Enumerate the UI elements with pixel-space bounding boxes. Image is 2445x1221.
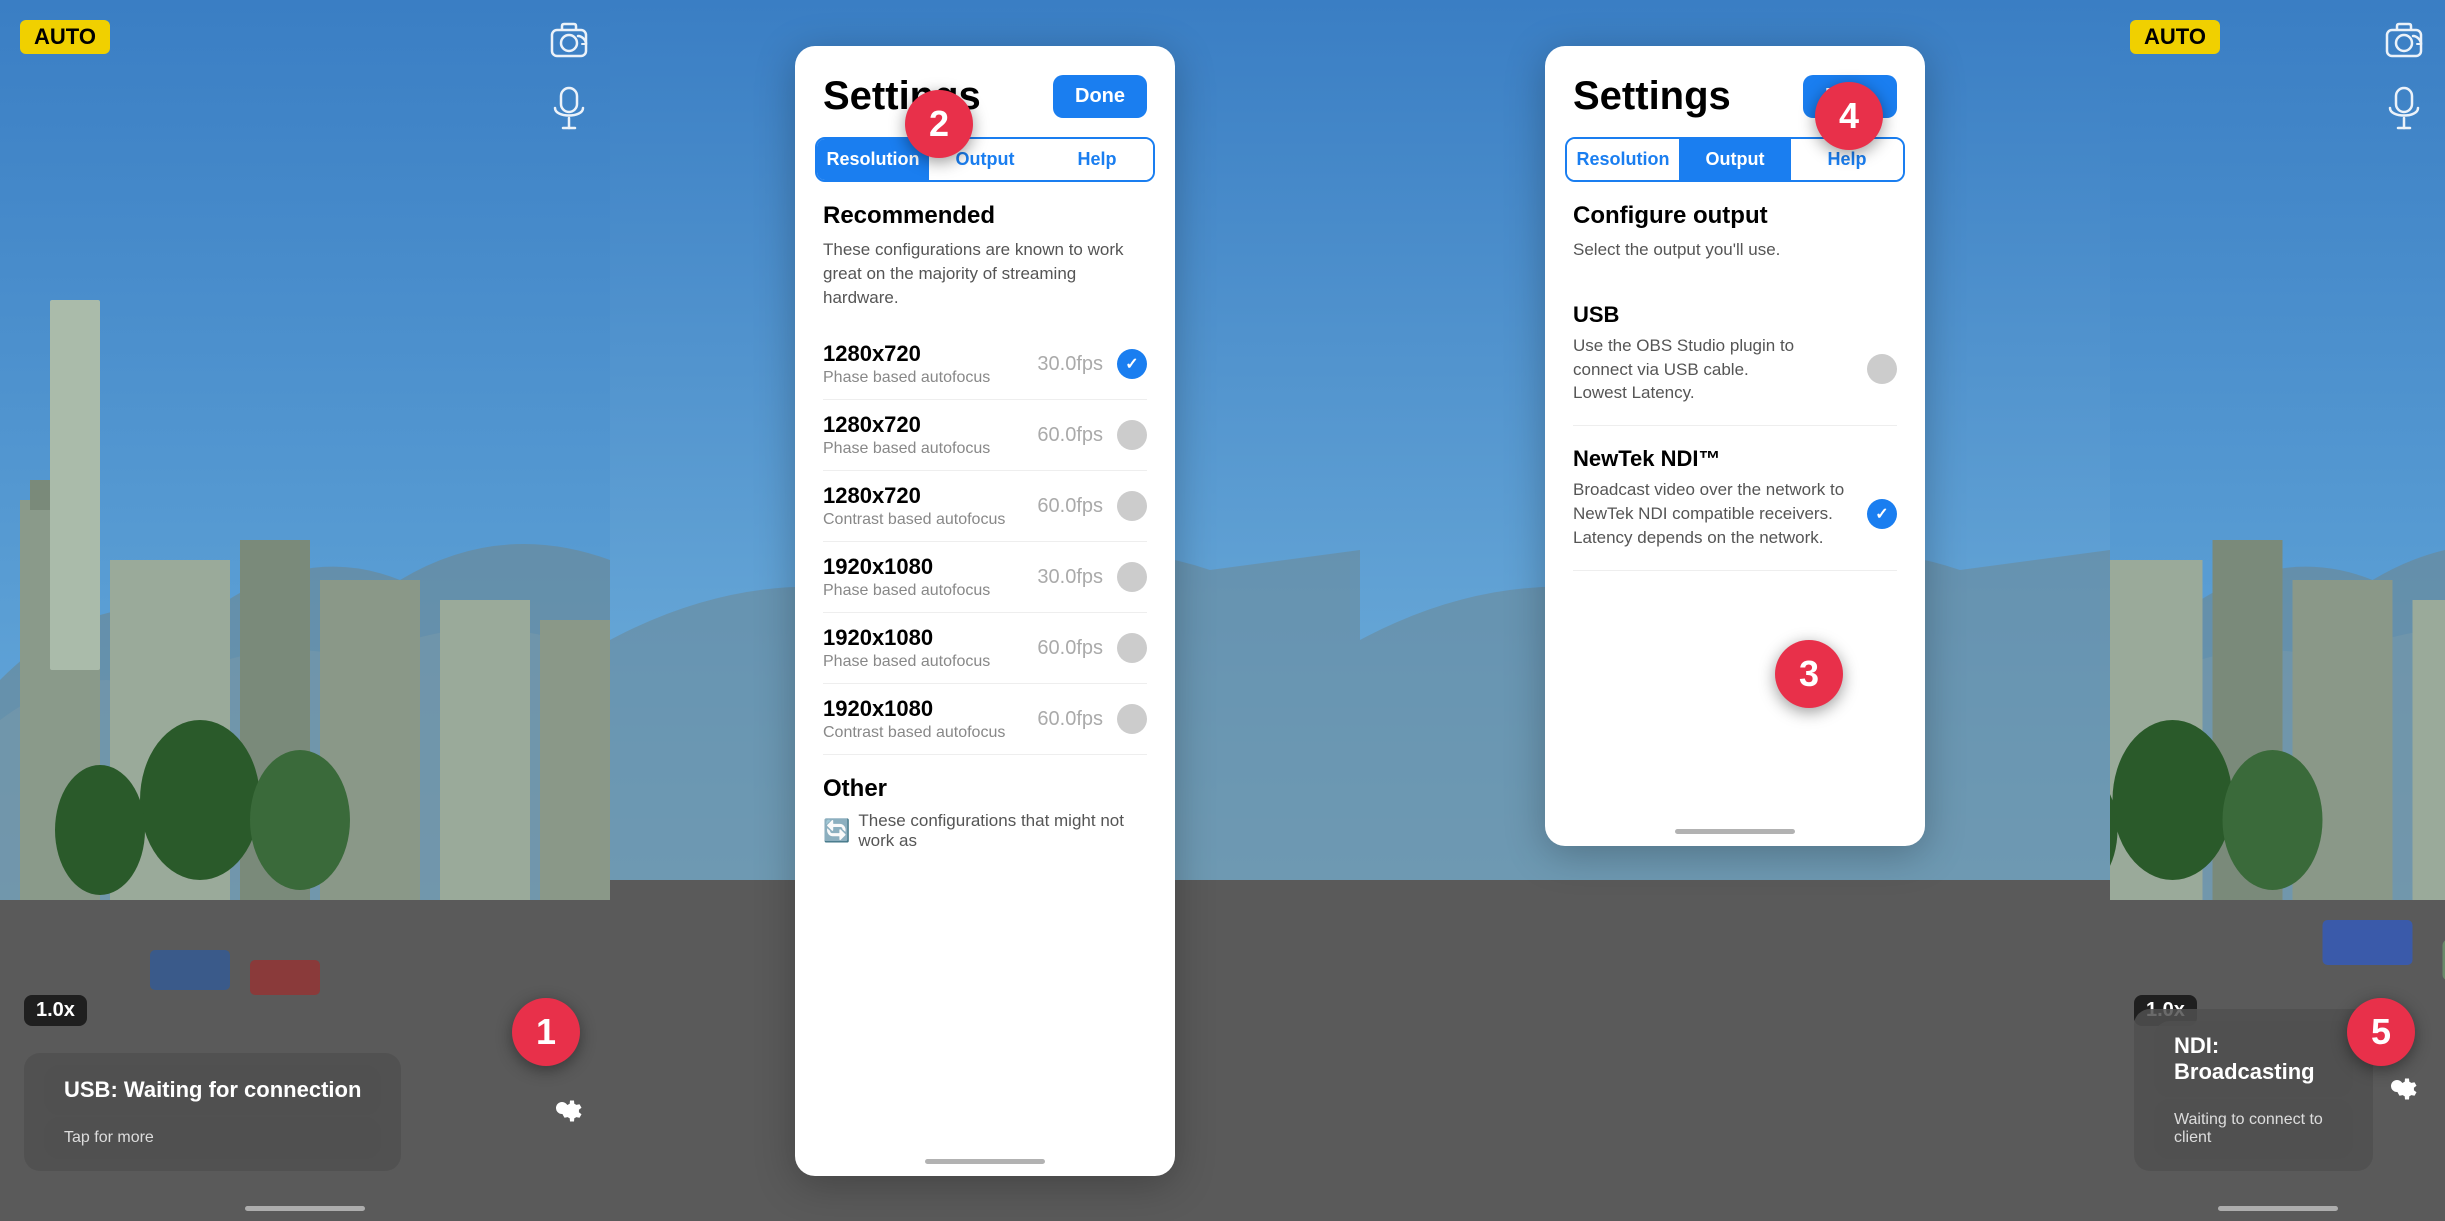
radio-5[interactable] [1117,704,1147,734]
camera-panel-right: AUTO 1.0x [2110,0,2445,1221]
top-right-controls [548,20,590,138]
auto-badge-right[interactable]: AUTO [2130,20,2220,54]
camera-right-top-bar: AUTO [2110,20,2445,138]
status-subtitle: Tap for more [44,1117,381,1159]
camera-flip-icon[interactable] [548,20,590,70]
settings-content: Recommended These configurations are kno… [795,202,1175,851]
step-badge-3: 3 [1775,640,1843,708]
settings-output-modal: Settings Done Resolution Output Help Con… [1545,46,1925,846]
status-pill[interactable]: USB: Waiting for connection Tap for more [24,1053,401,1171]
settings-resolution-panel: Settings Done Resolution Output Help Rec… [610,0,1360,1221]
tab-help[interactable]: Help [1041,139,1153,180]
gear-icon-right[interactable] [2373,1062,2421,1119]
res-item-4[interactable]: 1920x1080 Phase based autofocus 60.0fps [823,613,1147,684]
status-subtitle-right: Waiting to connect to client [2154,1099,2353,1159]
configure-title: Configure output [1573,202,1897,230]
camera-bottom-bar: USB: Waiting for connection Tap for more [0,1053,610,1171]
step-badge-4: 4 [1815,82,1883,150]
output-item-usb[interactable]: USB Use the OBS Studio plugin to connect… [1573,282,1897,426]
step-badge-5: 5 [2347,998,2415,1066]
home-indicator [245,1206,365,1211]
usb-radio[interactable] [1867,354,1897,384]
status-title: USB: Waiting for connection [44,1065,381,1115]
ndi-radio[interactable] [1867,499,1897,529]
radio-2[interactable] [1117,491,1147,521]
settings-header: Settings Done [795,46,1175,137]
top-right-controls-right [2383,20,2425,138]
camera-panel-left: AUTO 1.0x [0,0,610,1221]
configure-desc: Select the output you'll use. [1573,238,1897,262]
modal-home-indicator [925,1159,1045,1164]
auto-badge[interactable]: AUTO [20,20,110,54]
other-title: Other [823,775,1147,803]
res-item-1[interactable]: 1280x720 Phase based autofocus 60.0fps [823,400,1147,471]
res-item-2[interactable]: 1280x720 Contrast based autofocus 60.0fp… [823,471,1147,542]
tab-output-2[interactable]: Output [1679,139,1791,180]
zoom-badge[interactable]: 1.0x [24,995,87,1026]
res-item-0[interactable]: 1280x720 Phase based autofocus 30.0fps [823,329,1147,400]
modal-home-indicator-2 [1675,829,1795,834]
gear-icon[interactable] [538,1084,586,1141]
step-badge-2: 2 [905,90,973,158]
recommended-title: Recommended [823,202,1147,230]
settings-modal: Settings Done Resolution Output Help Rec… [795,46,1175,1176]
status-pill-right[interactable]: NDI: Broadcasting Waiting to connect to … [2134,1009,2373,1171]
settings-output-title: Settings [1573,74,1731,119]
settings-output-panel: Settings Done Resolution Output Help Con… [1360,0,2110,1221]
res-item-3[interactable]: 1920x1080 Phase based autofocus 30.0fps [823,542,1147,613]
camera-top-bar: AUTO [0,20,610,138]
mic-icon[interactable] [551,86,587,138]
mic-icon-right[interactable] [2386,86,2422,138]
settings-tabs: Resolution Output Help [815,137,1155,182]
output-content: Configure output Select the output you'l… [1545,202,1925,571]
home-indicator-right [2218,1206,2338,1211]
radio-0[interactable] [1117,349,1147,379]
radio-3[interactable] [1117,562,1147,592]
done-button[interactable]: Done [1053,75,1147,118]
step-badge-1: 1 [512,998,580,1066]
res-item-5[interactable]: 1920x1080 Contrast based autofocus 60.0f… [823,684,1147,755]
output-item-ndi[interactable]: NewTek NDI™ Broadcast video over the net… [1573,426,1897,570]
tab-resolution-2[interactable]: Resolution [1567,139,1679,180]
other-desc: These configurations that might not work… [858,811,1147,851]
recommended-desc: These configurations are known to work g… [823,238,1147,309]
radio-4[interactable] [1117,633,1147,663]
camera-flip-icon-right[interactable] [2383,20,2425,70]
status-title-right: NDI: Broadcasting [2154,1021,2353,1097]
radio-1[interactable] [1117,420,1147,450]
